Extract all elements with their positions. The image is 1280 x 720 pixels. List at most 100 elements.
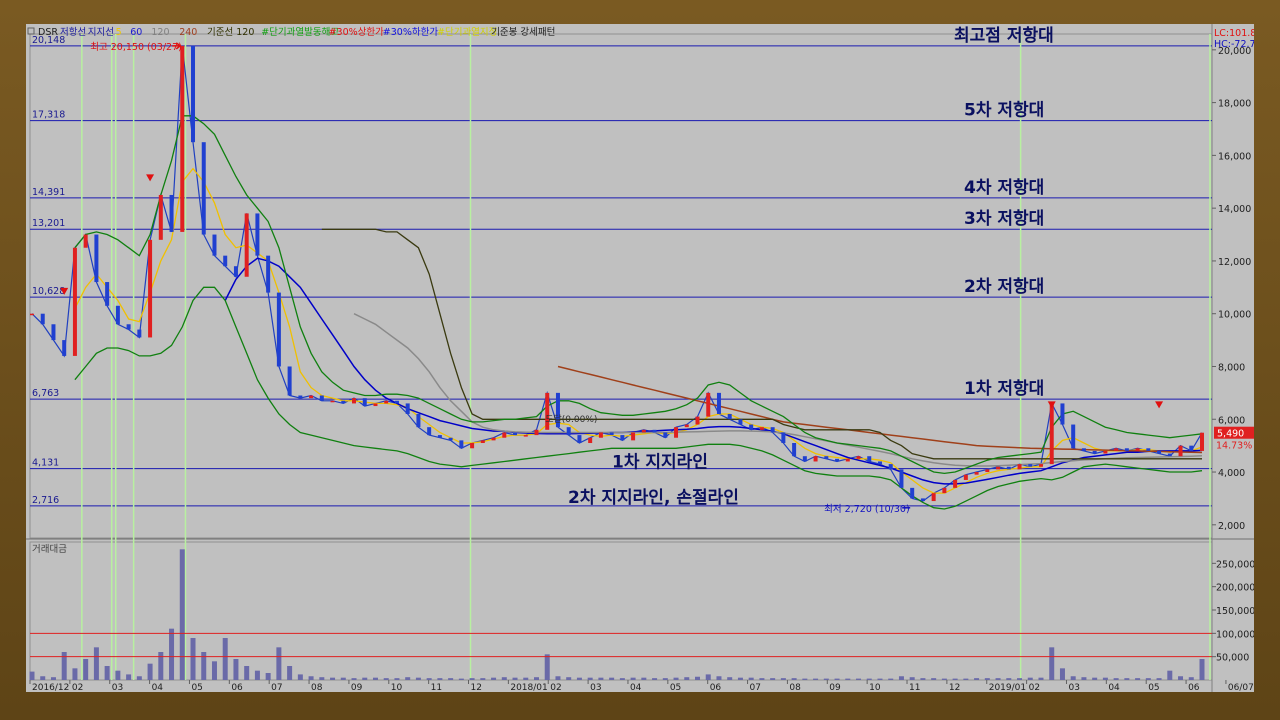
- volume-bar: [759, 678, 765, 680]
- volume-tick-label: 150,000: [1216, 606, 1254, 617]
- stock-chart[interactable]: 20,14817,31814,39113,20110,6286,7634,131…: [26, 24, 1262, 693]
- chart-legend: DSR 저항선 지지선 5 60 120 240 기준선 120 #단기과열발동해고#30%상한…: [27, 26, 555, 38]
- time-tick-label: 2016/12: [32, 683, 69, 692]
- price-candle: [83, 234, 88, 248]
- volume-bar: [287, 666, 293, 680]
- time-tick-label: 04: [152, 683, 164, 692]
- price-candle: [577, 435, 582, 444]
- volume-bar: [1081, 677, 1087, 680]
- volume-bar: [652, 678, 658, 680]
- volume-bar: [1049, 647, 1055, 680]
- price-candle: [244, 213, 249, 277]
- volume-bar: [1124, 678, 1130, 680]
- price-candle: [674, 427, 679, 438]
- time-tick-label: 08: [311, 683, 323, 692]
- price-candle: [1060, 403, 1065, 425]
- time-tick-label: 03: [112, 683, 123, 692]
- price-candle: [330, 400, 335, 403]
- volume-bar: [544, 654, 550, 680]
- volume-bar: [630, 677, 636, 680]
- volume-bar: [50, 677, 56, 680]
- price-candle: [502, 432, 507, 438]
- price-candle: [105, 282, 110, 306]
- time-tick-label: 11: [431, 683, 442, 692]
- volume-bar: [1188, 677, 1194, 680]
- price-candle: [749, 424, 754, 430]
- price-candle: [405, 403, 410, 414]
- volume-bar: [254, 670, 260, 680]
- volume-bar: [780, 678, 786, 680]
- price-candle: [695, 416, 700, 425]
- legend-item: 5: [116, 27, 122, 38]
- volume-bar: [619, 678, 625, 680]
- price-candle: [212, 234, 217, 256]
- volume-bar: [469, 678, 475, 680]
- volume-bar: [83, 659, 89, 680]
- level-value-label: 13,201: [32, 218, 65, 229]
- price-candle: [233, 266, 238, 277]
- level-annotation: 5차 저항대: [964, 100, 1044, 121]
- volume-bar: [1092, 677, 1098, 680]
- price-candle: [974, 472, 979, 475]
- volume-bar: [126, 674, 132, 680]
- volume-bar: [437, 678, 443, 680]
- price-candle: [1178, 445, 1183, 457]
- price-tick-label: 8,000: [1218, 362, 1245, 373]
- reach-note: 도달(0.00%): [545, 413, 597, 425]
- volume-bar: [866, 678, 872, 680]
- volume-bar: [448, 678, 454, 680]
- volume-bar: [737, 677, 743, 680]
- volume-bar: [319, 677, 325, 680]
- volume-bar: [598, 677, 604, 680]
- price-candle: [598, 432, 603, 438]
- price-candle: [255, 213, 260, 256]
- volume-bar: [823, 678, 829, 680]
- volume-bar: [29, 671, 35, 680]
- time-tick-label: 03: [590, 683, 601, 692]
- volume-bar: [984, 678, 990, 680]
- volume-bar: [920, 678, 926, 680]
- time-tick-label: 03: [1068, 683, 1079, 692]
- price-candle: [158, 194, 163, 240]
- volume-bar: [877, 678, 883, 680]
- price-candle: [845, 458, 850, 462]
- volume-bar: [963, 678, 969, 680]
- time-tick-label: 07: [271, 683, 282, 692]
- price-candle: [1157, 450, 1162, 454]
- price-candle: [191, 45, 196, 143]
- price-candle: [309, 395, 314, 399]
- level-annotation: 2차 저항대: [964, 276, 1044, 297]
- low-price-note: 최저 2,720 (10/30): [824, 504, 910, 515]
- price-tick-label: 2,000: [1218, 521, 1245, 532]
- price-candle: [759, 427, 764, 430]
- time-tick-label: 02: [550, 683, 561, 692]
- price-candle: [899, 469, 904, 488]
- price-candle: [802, 456, 807, 462]
- volume-bar: [1145, 678, 1151, 680]
- volume-bar: [222, 638, 228, 680]
- volume-bar: [308, 676, 314, 680]
- price-candle: [1049, 403, 1054, 465]
- volume-bar: [265, 673, 271, 680]
- time-tick-label: 11: [909, 683, 920, 692]
- legend-item: 저항선: [60, 27, 86, 38]
- price-candle: [1092, 450, 1097, 454]
- volume-tick-label: 100,000: [1216, 629, 1254, 640]
- level-annotation: 3차 저항대: [964, 208, 1044, 229]
- legend-item: 기준봉 강세패턴: [491, 27, 555, 38]
- volume-bar: [415, 677, 421, 680]
- ticker-label: DSR: [38, 27, 58, 38]
- price-candle: [920, 498, 925, 502]
- volume-bar: [372, 677, 378, 680]
- price-candle: [448, 437, 453, 441]
- volume-tick-label: 250,000: [1216, 559, 1254, 570]
- volume-bar: [523, 677, 529, 680]
- volume-bar: [233, 659, 239, 680]
- level-value-label: 6,763: [32, 388, 59, 399]
- price-candle: [384, 400, 389, 404]
- price-candle: [94, 234, 99, 283]
- price-tick-label: 12,000: [1218, 257, 1251, 268]
- volume-bar: [147, 663, 153, 680]
- volume-bar: [566, 677, 572, 680]
- volume-bar: [1113, 678, 1119, 680]
